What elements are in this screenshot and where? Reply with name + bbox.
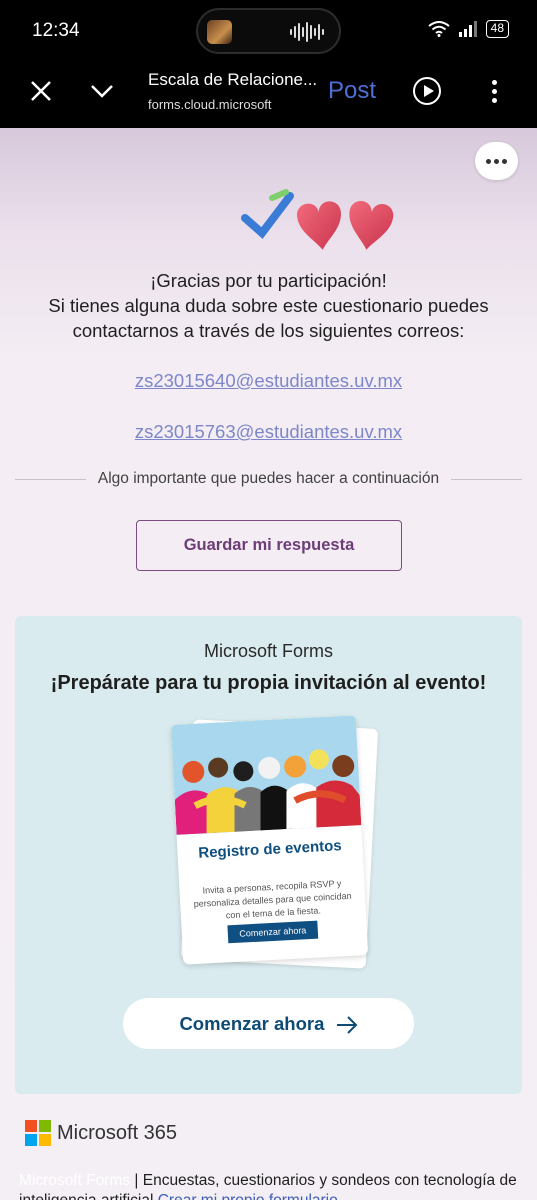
people-illustration — [170, 715, 362, 835]
page-url[interactable]: forms.cloud.microsoft — [148, 97, 272, 112]
divider-line — [15, 478, 86, 480]
promo-card: Microsoft Forms ¡Prepárate para tu propi… — [15, 616, 522, 1094]
play-icon[interactable] — [413, 77, 441, 105]
check-icon — [241, 192, 294, 239]
more-options-button[interactable] — [475, 142, 518, 180]
battery-icon: 48 — [485, 20, 509, 38]
email-link-2[interactable]: zs23015763@estudiantes.uv.mx — [0, 421, 537, 443]
save-response-button[interactable]: Guardar mi respuesta — [136, 520, 402, 571]
chevron-down-icon[interactable] — [90, 80, 114, 102]
status-bar: 12:34 48 — [0, 0, 537, 62]
post-button[interactable]: Post — [328, 77, 376, 105]
close-icon[interactable] — [30, 80, 52, 102]
create-form-link[interactable]: Crear mi propio formulario — [158, 1192, 338, 1200]
microsoft-logo-icon — [25, 1120, 51, 1146]
arrow-right-icon — [336, 1016, 357, 1034]
thanks-line: contactarnos a través de los siguientes … — [72, 320, 465, 341]
promo-brand: Microsoft Forms — [203, 641, 333, 661]
thanks-illustration — [241, 189, 394, 250]
status-time: 12:34 — [32, 20, 80, 41]
card-description: Invita a personas, recopila RSVP y perso… — [193, 878, 352, 921]
thanks-line: Si tienes alguna duda sobre este cuestio… — [48, 295, 489, 316]
footer-text: Microsoft Forms | Encuestas, cuestionari… — [19, 1171, 524, 1200]
browser-toolbar: Escala de Relacione... forms.cloud.micro… — [0, 62, 537, 128]
album-art-icon — [207, 20, 232, 44]
card-title: Registro de eventos — [197, 837, 343, 862]
form-content: ¡Gracias por tu participación! Si tienes… — [0, 128, 537, 1200]
signal-icon — [458, 21, 477, 37]
wifi-icon — [428, 21, 450, 37]
microsoft-365-logo: Microsoft 365 — [25, 1120, 177, 1146]
microsoft-365-text: Microsoft 365 — [57, 1121, 178, 1144]
heart-icon — [297, 201, 341, 250]
start-now-label: Comenzar ahora — [179, 1013, 325, 1034]
dynamic-island[interactable] — [196, 8, 341, 54]
thank-you-message: ¡Gracias por tu participación! Si tienes… — [0, 268, 537, 343]
more-vertical-icon[interactable] — [492, 80, 498, 107]
page-title: Escala de Relacione... — [148, 70, 318, 89]
thanks-line: ¡Gracias por tu participación! — [150, 270, 387, 291]
next-steps-divider: Algo importante que puedes hacer a conti… — [15, 470, 522, 488]
promo-headline: ¡Prepárate para tu propia invitación al … — [50, 672, 487, 694]
status-icons: 48 — [428, 20, 509, 38]
divider-label: Algo importante que puedes hacer a conti… — [97, 470, 440, 487]
heart-icon — [349, 201, 394, 250]
card-start-button: Comenzar ahora — [227, 920, 319, 944]
audio-wave-icon — [290, 21, 324, 43]
divider-line — [451, 478, 522, 480]
footer-brand: Microsoft Forms — [19, 1172, 131, 1189]
email-link-1[interactable]: zs23015640@estudiantes.uv.mx — [0, 370, 537, 392]
start-now-button[interactable]: Comenzar ahora — [123, 998, 414, 1049]
event-registration-card: Registro de eventos Invita a personas, r… — [170, 715, 369, 965]
